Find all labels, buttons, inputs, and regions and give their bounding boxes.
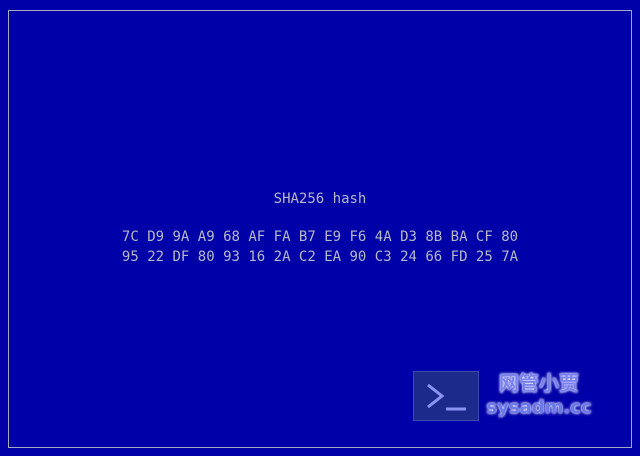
hash-line-1: 7C D9 9A A9 68 AF FA B7 E9 F6 4A D3 8B B… <box>121 229 519 245</box>
hash-line-2: 95 22 DF 80 93 16 2A C2 EA 90 C3 24 66 F… <box>121 249 519 265</box>
bios-hash-screen: SHA256 hash 7C D9 9A A9 68 AF FA B7 E9 F… <box>0 0 640 456</box>
watermark-text-cn: 网管小贾 <box>499 371 579 395</box>
terminal-prompt-icon <box>413 371 479 421</box>
watermark-text-en: sysadm.cc <box>486 397 592 418</box>
hash-title: SHA256 hash <box>273 191 367 207</box>
